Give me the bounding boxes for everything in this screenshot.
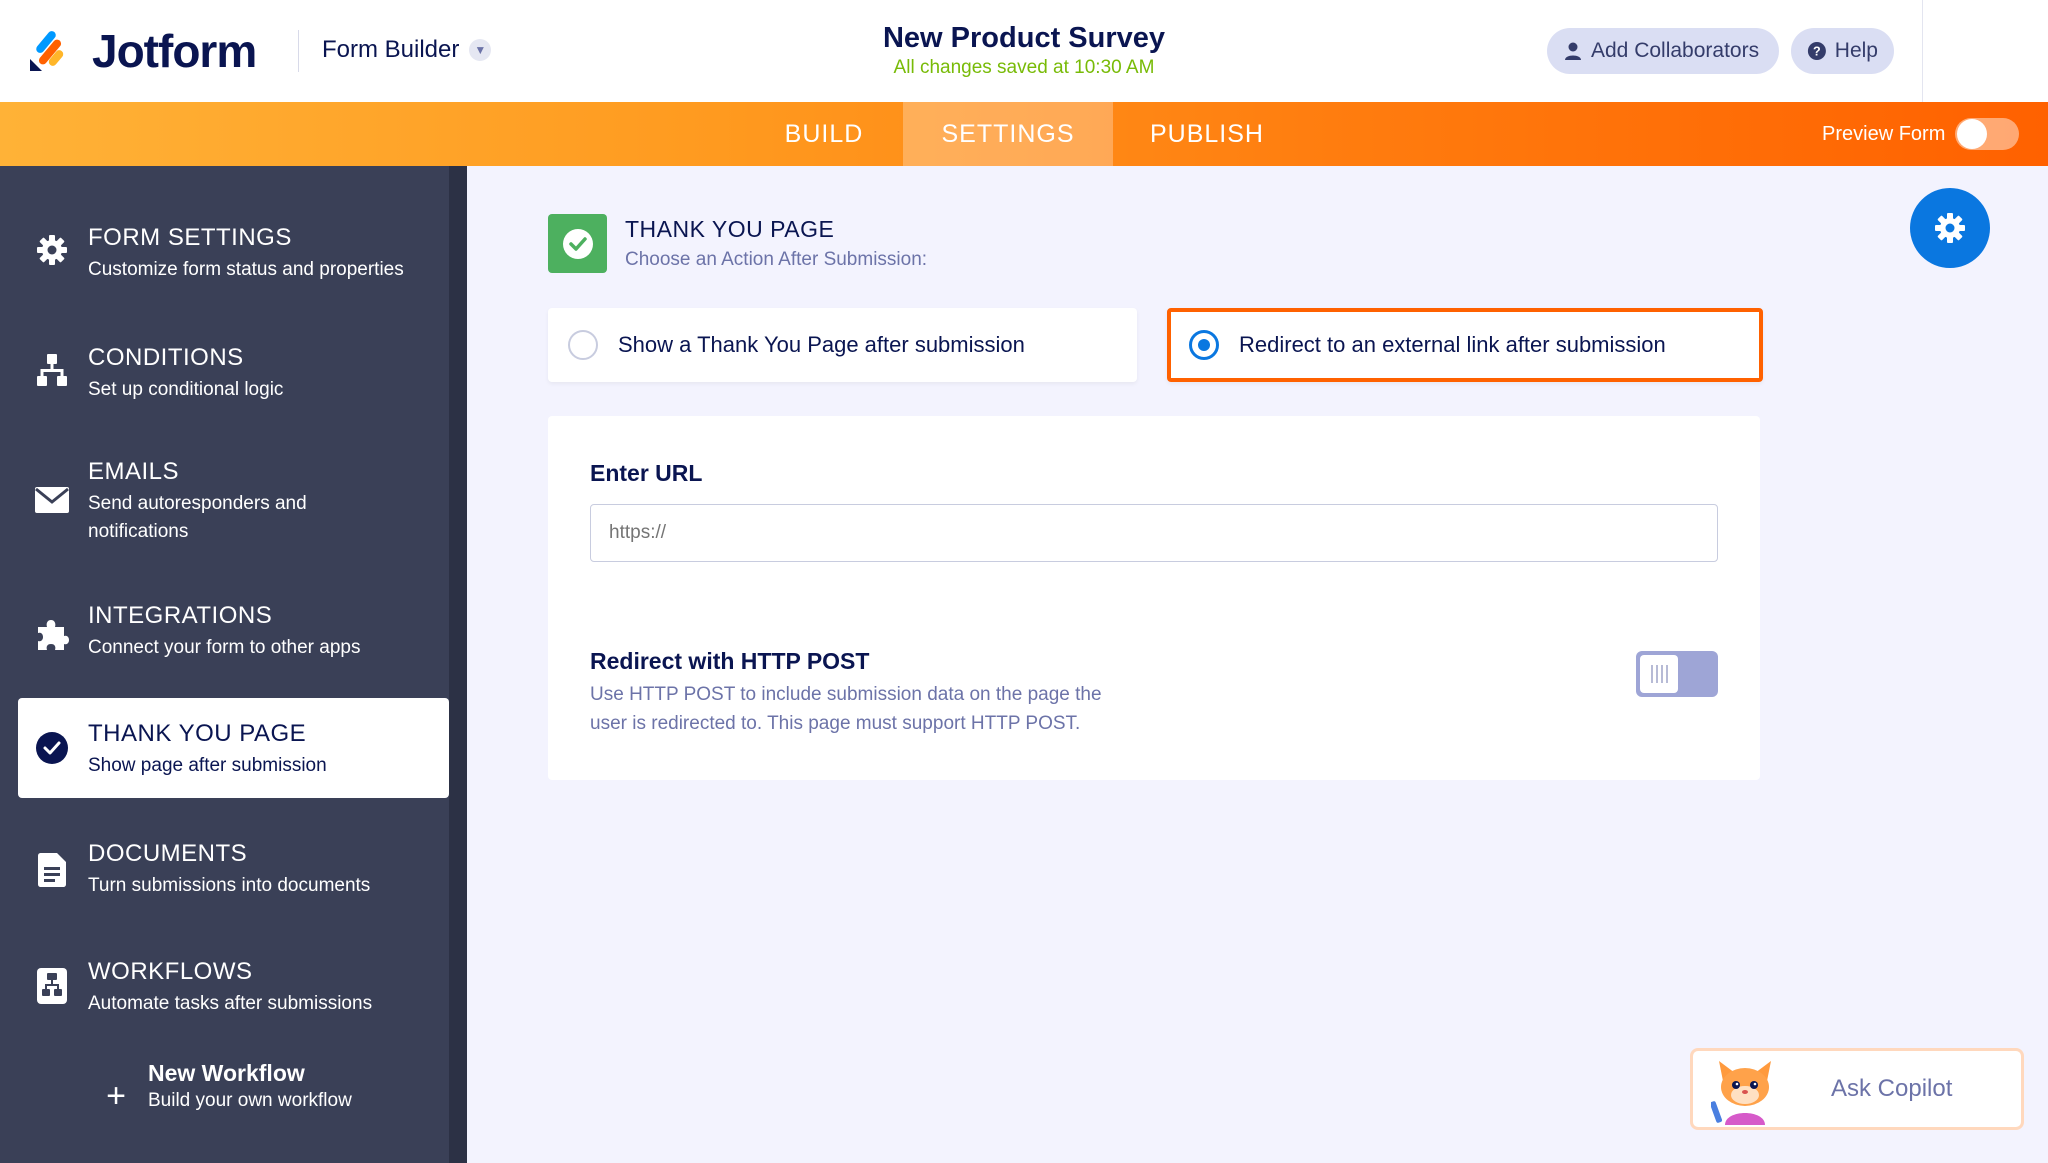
option-redirect-external-link[interactable]: Redirect to an external link after submi… [1167, 308, 1763, 382]
preview-form-label: Preview Form [1822, 122, 1946, 145]
sidebar-scrollbar[interactable] [449, 166, 467, 1163]
thank-you-section-icon [548, 214, 607, 273]
new-workflow-subtitle: Build your own workflow [148, 1090, 352, 1111]
help-label: Help [1834, 39, 1878, 62]
section-title: THANK YOU PAGE [625, 216, 835, 242]
question-icon: ? [1807, 42, 1826, 60]
add-collaborators-label: Add Collaborators [1591, 39, 1760, 62]
help-button[interactable]: ? Help [1791, 28, 1894, 74]
http-post-description-line: user is redirected to. This page must su… [590, 713, 1081, 734]
chevron-down-icon: ▼ [469, 39, 492, 61]
sidebar-item-conditions[interactable]: CONDITIONS Set up conditional logic [18, 326, 449, 416]
add-collaborators-button[interactable]: Add Collaborators [1547, 28, 1779, 74]
sidebar-item-documents[interactable]: DOCUMENTS Turn submissions into document… [18, 826, 449, 916]
url-label: Enter URL [590, 460, 703, 486]
plus-icon: + [106, 1076, 126, 1115]
ask-copilot-button[interactable]: Ask Copilot [1690, 1048, 2024, 1130]
form-title-block: New Product Survey All changes saved at … [824, 22, 1224, 79]
sidebar-item-title: INTEGRATIONS [88, 602, 273, 629]
sidebar-item-title: WORKFLOWS [88, 958, 253, 985]
option-show-thank-you-page[interactable]: Show a Thank You Page after submission [548, 308, 1137, 382]
http-post-title: Redirect with HTTP POST [590, 648, 870, 674]
sidebar-item-title: FORM SETTINGS [88, 224, 292, 251]
sidebar-item-title: DOCUMENTS [88, 840, 248, 867]
user-icon [1565, 42, 1581, 60]
new-workflow-item[interactable]: + New Workflow Build your own workflow [18, 1058, 449, 1138]
logo-text: Jotform [92, 25, 257, 77]
form-title[interactable]: New Product Survey [824, 22, 1224, 55]
header-divider [298, 30, 299, 72]
save-status: All changes saved at 10:30 AM [893, 57, 1155, 78]
url-input[interactable] [590, 504, 1718, 562]
puzzle-icon [34, 616, 70, 652]
tab-settings[interactable]: SETTINGS [903, 102, 1113, 166]
sidebar-item-subtitle: Connect your form to other apps [88, 637, 361, 658]
sidebar-item-thank-you-page[interactable]: THANK YOU PAGE Show page after submissio… [18, 698, 449, 798]
tab-build[interactable]: BUILD [744, 102, 904, 166]
form-builder-label: Form Builder [322, 36, 460, 63]
option-label: Show a Thank You Page after submission [618, 332, 1025, 357]
document-icon [34, 852, 70, 888]
sidebar-item-subtitle: Turn submissions into documents [88, 875, 371, 896]
http-post-toggle[interactable] [1636, 651, 1718, 697]
sidebar-item-title: THANK YOU PAGE [88, 720, 307, 747]
check-circle-icon [34, 730, 70, 766]
sidebar-item-workflows[interactable]: WORKFLOWS Automate tasks after submissio… [18, 944, 449, 1034]
radio-button-selected[interactable] [1189, 330, 1219, 360]
main-tab-bar: BUILD SETTINGS PUBLISH Preview Form [0, 102, 2048, 166]
sidebar-item-emails[interactable]: EMAILS Send autoresponders and notificat… [18, 444, 449, 556]
gear-icon [1935, 213, 1965, 243]
jotform-logo[interactable]: Jotform [28, 24, 257, 78]
sidebar-item-subtitle: Customize form status and properties [88, 259, 404, 280]
check-circle-icon [562, 228, 593, 259]
preview-form-control: Preview Form [1822, 102, 2020, 166]
sidebar-item-title: CONDITIONS [88, 344, 244, 371]
sidebar-item-form-settings[interactable]: FORM SETTINGS Customize form status and … [18, 206, 449, 296]
toggle-knob [1640, 655, 1678, 693]
svg-text:?: ? [1813, 44, 1821, 58]
workflow-icon [34, 968, 70, 1004]
envelope-icon [34, 482, 70, 518]
http-post-description-line: Use HTTP POST to include submission data… [590, 684, 1102, 705]
header-right-divider [1922, 0, 1923, 102]
copilot-avatar-icon [1711, 1061, 1771, 1125]
gear-icon [34, 232, 70, 268]
ask-copilot-label: Ask Copilot [1831, 1075, 1953, 1102]
sitemap-icon [34, 352, 70, 388]
new-workflow-title: New Workflow [148, 1060, 305, 1086]
jotform-logo-icon [30, 31, 64, 71]
sidebar-item-subtitle: Automate tasks after submissions [88, 993, 373, 1014]
sidebar-item-subtitle: Show page after submission [88, 755, 327, 776]
http-post-description: Use HTTP POST to include submission data… [590, 680, 1190, 738]
sidebar-item-integrations[interactable]: INTEGRATIONS Connect your form to other … [18, 592, 449, 682]
section-subtitle: Choose an Action After Submission: [625, 249, 928, 270]
toggle-knob [1957, 119, 1988, 149]
settings-fab-button[interactable] [1910, 188, 1990, 268]
sidebar-item-title: EMAILS [88, 458, 180, 485]
sidebar-item-subtitle: Send autoresponders and notifications [88, 493, 307, 542]
redirect-settings-card: Enter URL Redirect with HTTP POST Use HT… [548, 416, 1760, 780]
form-builder-dropdown[interactable]: Form Builder ▼ [322, 36, 492, 64]
sidebar-item-subtitle: Set up conditional logic [88, 379, 284, 400]
radio-button[interactable] [568, 330, 598, 360]
preview-form-toggle[interactable] [1955, 118, 2020, 150]
tab-publish[interactable]: PUBLISH [1112, 102, 1302, 166]
top-header: Jotform Form Builder ▼ New Product Surve… [0, 0, 2048, 102]
option-label: Redirect to an external link after submi… [1239, 332, 1666, 357]
